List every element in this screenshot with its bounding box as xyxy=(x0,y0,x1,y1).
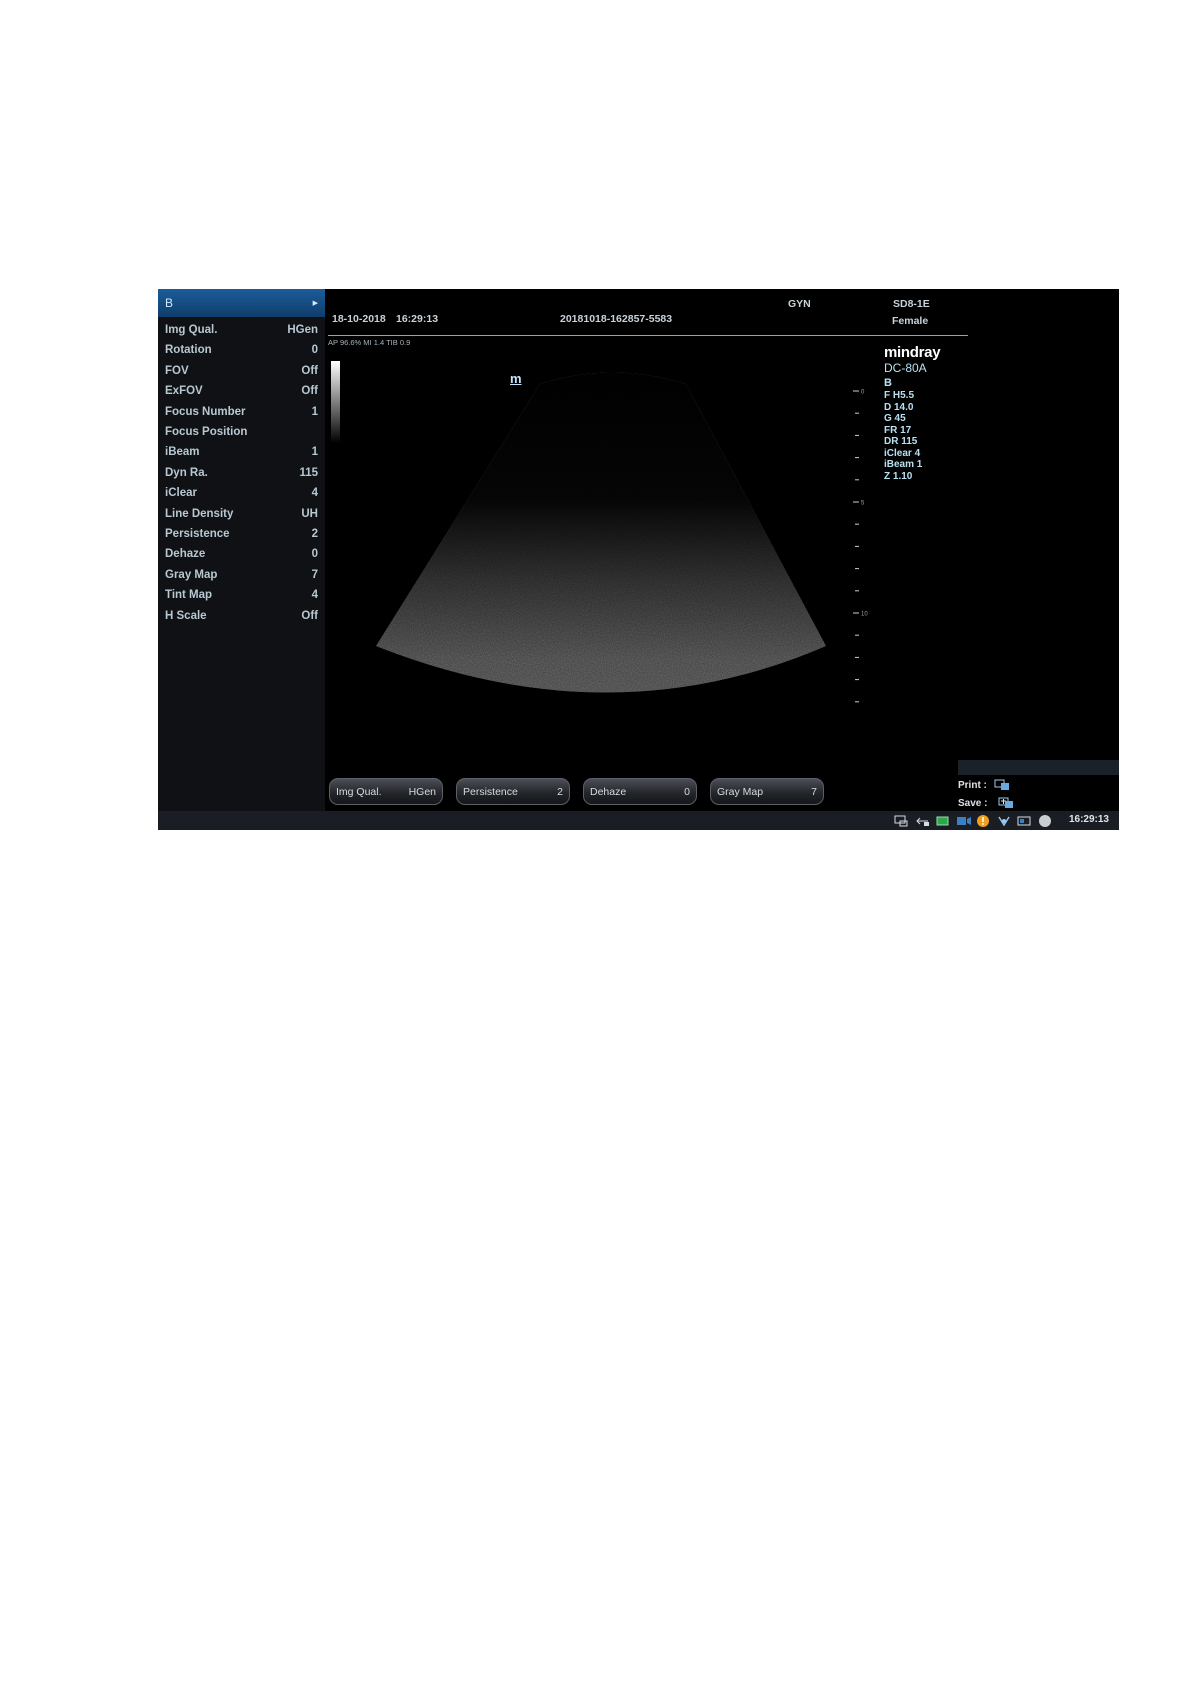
param-line: D 14.0 xyxy=(884,401,914,413)
warning-icon[interactable] xyxy=(976,814,990,828)
printer-status-icon[interactable] xyxy=(997,815,1011,827)
ultrasound-screen: B ▶ Img Qual. HGen Rotation 0 FOV Off ExFOV Off… xyxy=(158,289,1119,830)
usb-icon[interactable] xyxy=(916,815,930,827)
img-qual-button-label: Img Qual. xyxy=(336,785,382,798)
dehaze-button[interactable]: Dehaze 0 xyxy=(583,778,697,805)
print-save-header xyxy=(958,760,1119,775)
print-icon[interactable] xyxy=(994,779,1010,791)
battery-icon xyxy=(936,816,949,826)
scale-label: 0 xyxy=(861,390,865,396)
network-icon[interactable] xyxy=(956,815,972,827)
status-indicator-icon xyxy=(1039,815,1051,827)
depth-scale: 0 5 10 xyxy=(853,390,868,703)
ultrasound-sector xyxy=(376,372,826,693)
img-qual-button-value: HGen xyxy=(408,785,436,798)
ultrasound-image: 0 5 10 xyxy=(376,372,868,703)
brand-logo: mindray xyxy=(884,344,941,361)
param-line: G 45 xyxy=(884,413,906,424)
param-line: Z 1.10 xyxy=(884,470,913,482)
scale-label: 10 xyxy=(861,612,868,618)
save-icon[interactable] xyxy=(998,797,1014,809)
persistence-button-label: Persistence xyxy=(463,785,518,798)
param-line: iClear 4 xyxy=(884,447,921,459)
dehaze-button-value: 0 xyxy=(684,785,690,798)
print-label: Print : xyxy=(958,780,987,791)
status-clock: 16:29:13 xyxy=(1068,814,1109,825)
mode-label: B xyxy=(884,377,892,389)
persistence-button[interactable]: Persistence 2 xyxy=(456,778,570,805)
gray-map-button-label: Gray Map xyxy=(717,785,764,798)
param-line: DR 115 xyxy=(884,436,918,447)
scale-label: 5 xyxy=(861,501,865,507)
img-qual-button[interactable]: Img Qual. HGen xyxy=(329,778,443,805)
persistence-button-value: 2 xyxy=(557,785,563,798)
gray-map-button-value: 7 xyxy=(811,785,817,798)
param-line: iBeam 1 xyxy=(884,459,923,470)
param-line: FR 17 xyxy=(884,424,912,436)
param-line: F H5.5 xyxy=(884,390,915,401)
gray-map-button[interactable]: Gray Map 7 xyxy=(710,778,824,805)
orientation-marker: m xyxy=(510,371,522,386)
model-name: DC-80A xyxy=(884,361,927,375)
storage-icon[interactable] xyxy=(1017,815,1031,827)
status-bar: 16:29:13 xyxy=(158,811,1119,830)
dehaze-button-label: Dehaze xyxy=(590,785,627,798)
save-label: Save : xyxy=(958,798,988,809)
monitor-icon[interactable] xyxy=(894,815,908,827)
